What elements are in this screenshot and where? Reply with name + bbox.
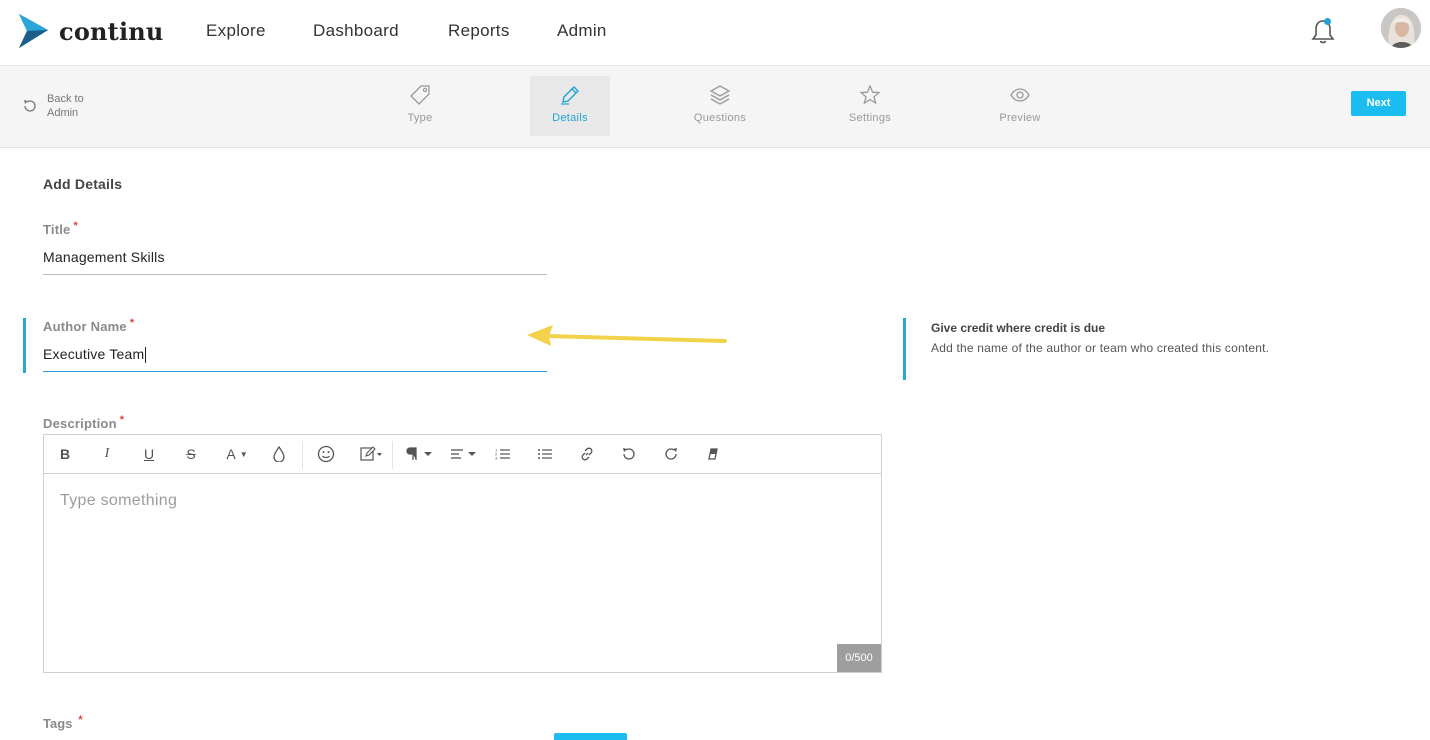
fill-color-icon[interactable]: [268, 435, 290, 473]
editor-toolbar: B I U S A ▼ 123: [44, 435, 881, 474]
tags-label-text: Tags: [43, 716, 73, 731]
paragraph-icon[interactable]: [404, 435, 436, 473]
required-mark: *: [73, 220, 78, 232]
step-label: Type: [407, 112, 433, 124]
help-title: Give credit where credit is due: [931, 321, 1106, 335]
toolbar-divider: [392, 441, 393, 469]
back-arrow-icon: [24, 100, 36, 112]
step-label: Settings: [848, 112, 892, 124]
section-title: Add Details: [43, 176, 123, 192]
next-button[interactable]: Next: [1351, 91, 1406, 116]
tag-icon: [410, 85, 430, 105]
nav-dashboard[interactable]: Dashboard: [313, 21, 399, 41]
author-input-value: Executive Team: [43, 346, 145, 362]
text-caret: [145, 347, 147, 364]
required-mark: *: [78, 714, 83, 726]
pencil-icon: [561, 86, 579, 105]
step-questions[interactable]: Questions: [680, 76, 760, 136]
emoji-icon[interactable]: [314, 435, 338, 473]
clear-format-icon[interactable]: [702, 435, 724, 473]
link-icon[interactable]: [576, 435, 598, 473]
title-input-value: Management Skills: [43, 249, 165, 265]
step-type[interactable]: Type: [380, 76, 460, 136]
bold-icon[interactable]: B: [54, 435, 76, 473]
align-icon[interactable]: [448, 435, 480, 473]
author-label: Author Name *: [43, 317, 135, 334]
eye-icon: [1010, 88, 1030, 102]
title-label-text: Title: [43, 222, 71, 237]
author-name-input[interactable]: Executive Team: [43, 340, 547, 372]
title-input[interactable]: Management Skills: [43, 243, 547, 275]
step-label: Details: [552, 112, 588, 124]
layers-icon: [709, 85, 731, 105]
font-color-icon[interactable]: A ▼: [220, 435, 254, 473]
character-counter: 0/500: [837, 644, 881, 672]
redo-icon[interactable]: [660, 435, 682, 473]
author-label-text: Author Name: [43, 319, 127, 334]
back-label: Back to Admin: [47, 93, 84, 119]
nav-explore[interactable]: Explore: [206, 21, 266, 41]
tags-label: Tags *: [43, 714, 83, 731]
back-to-admin-button[interactable]: Back to Admin: [22, 92, 95, 120]
description-label: Description *: [43, 414, 125, 431]
step-label: Preview: [999, 112, 1041, 124]
step-preview[interactable]: Preview: [980, 76, 1060, 136]
italic-icon[interactable]: I: [96, 435, 118, 473]
underline-icon[interactable]: U: [138, 435, 160, 473]
avatar[interactable]: [1381, 8, 1421, 48]
step-details[interactable]: Details: [530, 76, 610, 136]
step-settings[interactable]: Settings: [830, 76, 910, 136]
nav-admin[interactable]: Admin: [557, 21, 607, 41]
add-tags-button[interactable]: [554, 733, 627, 740]
description-placeholder: Type something: [60, 492, 178, 509]
strikethrough-icon[interactable]: S: [180, 435, 202, 473]
bell-icon[interactable]: [1310, 17, 1336, 50]
top-navigation: continu Explore Dashboard Reports Admin: [0, 0, 1430, 66]
required-mark: *: [129, 317, 135, 329]
star-icon: [859, 84, 881, 105]
annotation-arrow-icon: [527, 325, 727, 346]
help-text: Add the name of the author or team who c…: [931, 341, 1270, 355]
edit-icon[interactable]: [356, 435, 386, 473]
unordered-list-icon[interactable]: [534, 435, 556, 473]
focus-indicator: [23, 318, 26, 373]
ordered-list-icon[interactable]: 123: [492, 435, 514, 473]
required-mark: *: [119, 414, 125, 426]
svg-text:3: 3: [495, 456, 498, 461]
description-label-text: Description: [43, 416, 117, 431]
description-editor[interactable]: B I U S A ▼ 123 Type something 0/500: [43, 434, 882, 673]
help-panel: Give credit where credit is due Add the …: [903, 318, 1269, 380]
undo-icon[interactable]: [618, 435, 640, 473]
stepper-bar: Back to Admin Type Details Questions Set…: [0, 66, 1430, 148]
step-label: Questions: [693, 112, 747, 124]
nav-reports[interactable]: Reports: [448, 21, 510, 41]
title-label: Title *: [43, 220, 78, 237]
continu-logo[interactable]: continu: [17, 14, 164, 48]
toolbar-divider: [302, 441, 303, 469]
logo-arrow-icon: [19, 14, 48, 48]
brand-name: continu: [59, 16, 164, 46]
